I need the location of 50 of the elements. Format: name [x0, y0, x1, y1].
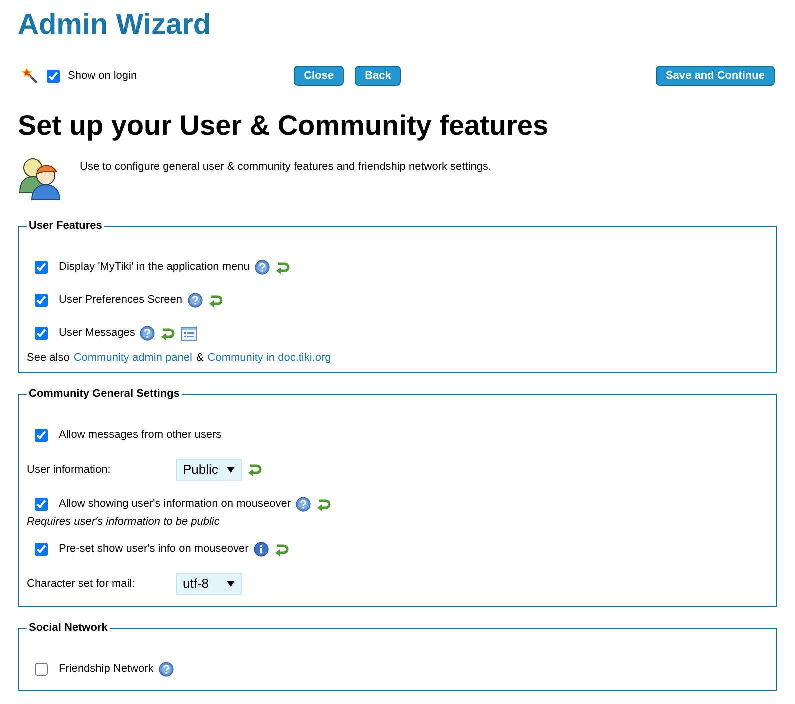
checkbox-label: User Preferences Screen [59, 293, 182, 308]
checkbox[interactable] [35, 543, 48, 556]
undo-arrow-icon[interactable] [316, 498, 332, 512]
link[interactable]: Community admin panel [74, 350, 192, 368]
caret-icon [227, 467, 235, 473]
undo-arrow-icon[interactable] [274, 260, 291, 274]
checkbox[interactable] [35, 327, 48, 340]
checkbox[interactable] [35, 294, 48, 307]
help-icon[interactable] [254, 260, 270, 275]
checkbox-label: Show on login [68, 68, 138, 84]
button[interactable]: Close [294, 66, 344, 86]
window-icon[interactable] [181, 326, 198, 340]
ampersand-text: & [196, 351, 204, 366]
help-icon[interactable] [188, 293, 202, 308]
checkbox[interactable] [35, 498, 48, 511]
info-icon[interactable] [254, 542, 269, 557]
group-legend: Social Network [27, 621, 110, 635]
field-label: Character set for mail: [27, 576, 136, 592]
checkbox-label: Allow messages from other users [59, 428, 222, 444]
checkbox[interactable] [35, 663, 48, 676]
checkbox-label: Allow showing user's information on mouseover [59, 497, 291, 512]
page-heading: Set up your User & Community features [18, 109, 550, 143]
see-also-text: See also [27, 351, 70, 366]
group-legend: User Features [27, 219, 104, 233]
dropdown[interactable]: utf-8 [176, 573, 242, 595]
save-button[interactable]: Save and Continue [656, 66, 775, 86]
hint-text: Requires user's information to be public [26, 514, 221, 530]
link[interactable]: Community in doc.tiki.org [208, 350, 332, 368]
undo-arrow-icon[interactable] [208, 294, 224, 308]
button[interactable]: Back [355, 66, 402, 86]
checkbox-label: Display 'MyTiki' in the application menu [59, 260, 250, 276]
undo-arrow-icon[interactable] [274, 542, 290, 556]
checkbox[interactable] [47, 70, 60, 82]
caret-icon [227, 581, 235, 587]
checkbox-label: Friendship Network [59, 662, 154, 678]
help-icon[interactable] [296, 497, 311, 512]
checkbox[interactable] [35, 429, 48, 442]
field-label: User information: [27, 462, 112, 478]
undo-arrow-icon[interactable] [160, 326, 176, 340]
checkbox-label: User Messages [59, 326, 136, 342]
help-icon[interactable] [140, 326, 156, 341]
undo-arrow-icon[interactable] [247, 463, 263, 477]
magic-wand-icon [22, 68, 39, 84]
group-legend: Community General Settings [27, 387, 182, 401]
page-title: Admin Wizard [18, 8, 212, 42]
checkbox[interactable] [35, 261, 48, 274]
dropdown[interactable]: Public [176, 459, 242, 481]
help-icon[interactable] [158, 662, 174, 677]
checkbox-label: Pre-set show user's info on mouseover [59, 542, 249, 558]
intro-text: Use to configure general user & community features and friendship network settings. [80, 160, 492, 175]
